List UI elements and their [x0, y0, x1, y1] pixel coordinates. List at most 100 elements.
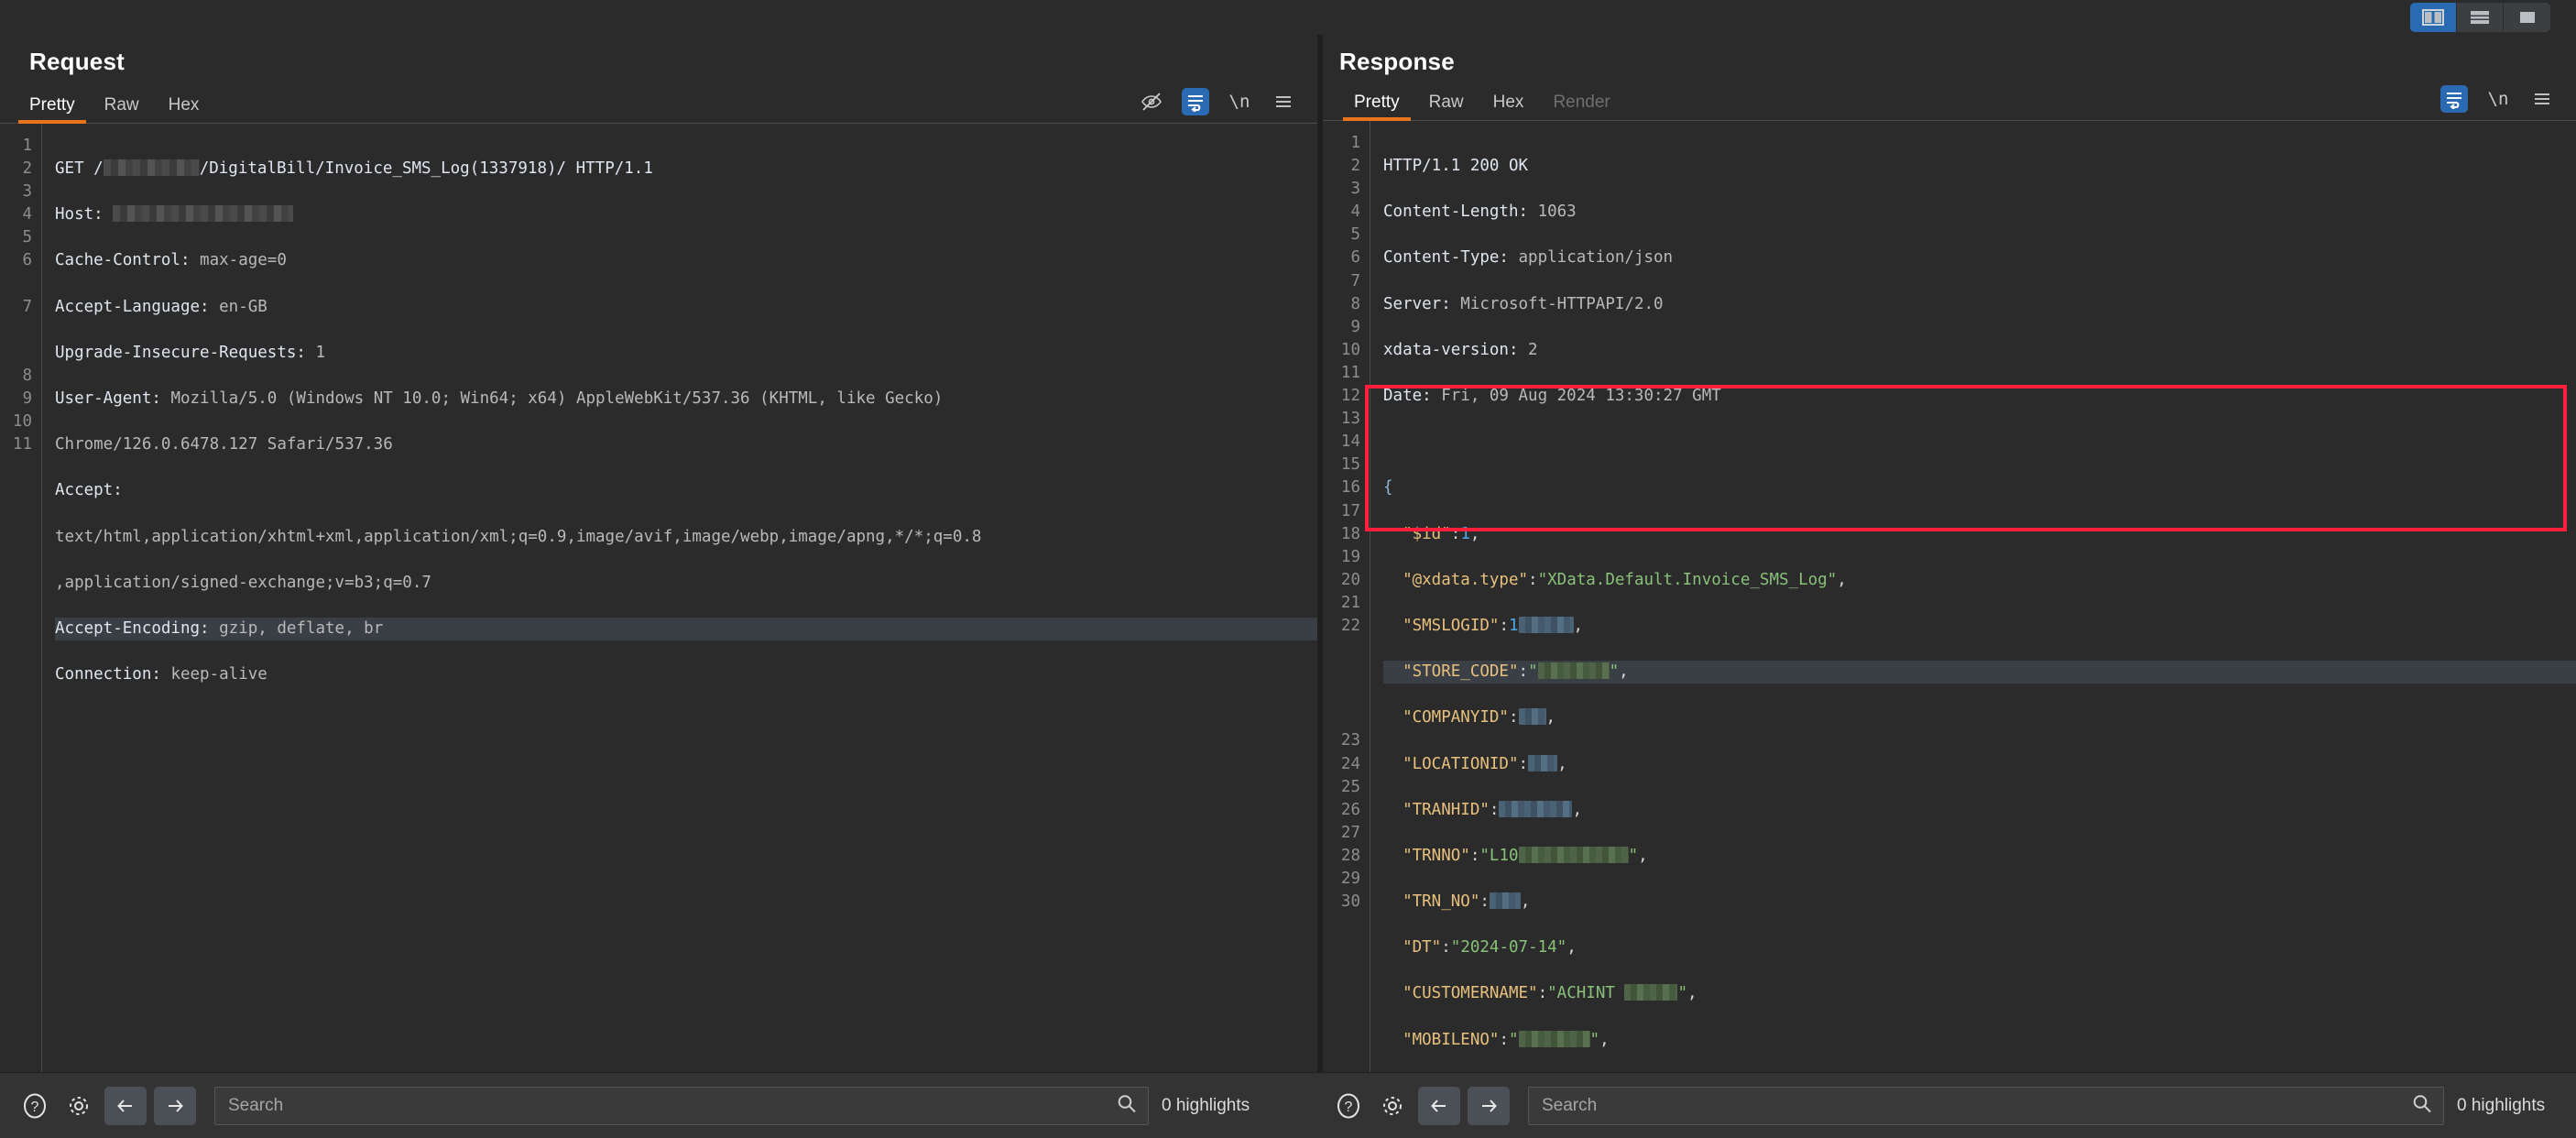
layout-single-pane-button[interactable]	[2504, 3, 2550, 32]
response-line-4: Server: Microsoft-HTTPAPI/2.0	[1383, 294, 1664, 313]
hamburger-glyph	[1276, 96, 1291, 107]
response-code-area[interactable]: 1234567 891011121314 15161718192021 22..…	[1323, 121, 2576, 1072]
hamburger-glyph	[2535, 93, 2549, 104]
request-line-6b: Chrome/126.0.6478.127 Safari/537.36	[55, 435, 393, 454]
request-code-lines: GET //DigitalBill/Invoice_SMS_Log(133791…	[42, 124, 1317, 1072]
request-tab-hex[interactable]: Hex	[154, 96, 214, 123]
response-title: Response	[1339, 48, 1455, 75]
request-tab-raw[interactable]: Raw	[90, 96, 154, 123]
layout-split-horizontal-button[interactable]	[2457, 3, 2504, 32]
request-line-gutter: 123456 .7.. 891011	[0, 124, 42, 1072]
response-line-8: {	[1383, 478, 1393, 498]
response-line-16: "TRNNO":"L10 ",	[1403, 846, 1648, 865]
request-line-7c: ,application/signed-exchange;v=b3;q=0.7	[55, 573, 431, 592]
request-line-11	[55, 756, 1317, 779]
response-line-9: "$id":1,	[1403, 524, 1480, 543]
response-tab-raw[interactable]: Raw	[1414, 93, 1479, 120]
response-line-17: "TRN_NO":,	[1403, 892, 1531, 912]
response-highlights-count: 0 highlights	[2457, 1095, 2546, 1115]
request-line-6a: User-Agent: Mozilla/5.0 (Windows NT 10.0…	[55, 389, 944, 409]
eye-slash-icon[interactable]	[1138, 88, 1165, 115]
request-line-8: Accept-Encoding: gzip, deflate, br	[55, 617, 1317, 641]
response-line-gutter: 1234567 891011121314 15161718192021 22..…	[1323, 121, 1370, 1072]
settings-gear-icon[interactable]	[60, 1088, 97, 1124]
response-pane: Response Pretty Raw Hex Render \n 1 2 3 …	[1323, 35, 2576, 1072]
response-line-3: Content-Type: application/json	[1383, 248, 1674, 268]
request-line-10	[55, 709, 1317, 732]
hamburger-menu-icon[interactable]	[1270, 88, 1297, 115]
response-line-2: Content-Length: 1063	[1383, 202, 1577, 222]
request-code-area[interactable]: 123456 .7.. 891011 GET //DigitalBill/Inv…	[0, 124, 1317, 1072]
back-arrow-icon[interactable]	[1418, 1086, 1460, 1125]
forward-arrow-icon[interactable]	[154, 1086, 196, 1125]
request-line-3: Cache-Control: max-age=0	[55, 251, 287, 270]
word-wrap-icon[interactable]	[1182, 88, 1209, 115]
burp-http-viewer: Request Pretty Raw Hex \n 1 2 3 4 5 6 7 …	[0, 0, 2576, 1138]
response-line-7	[1383, 431, 2576, 454]
request-bottom-bar: ? Search 0 highlights	[0, 1073, 1317, 1138]
response-tab-render: Render	[1553, 93, 1610, 112]
request-line-7b: text/html,application/xhtml+xml,applicat…	[55, 527, 982, 546]
single-pane-icon	[2519, 12, 2535, 23]
response-search-box[interactable]	[1528, 1086, 2444, 1125]
help-glyph: ?	[1337, 1093, 1359, 1118]
word-wrap-glyph	[2447, 93, 2461, 109]
gear-glyph	[70, 1096, 88, 1115]
help-icon[interactable]: ?	[16, 1088, 53, 1124]
request-search-input[interactable]	[215, 1095, 1148, 1116]
arrow-left-glyph	[1431, 1099, 1446, 1112]
help-glyph: ?	[24, 1093, 46, 1118]
request-line-7a: Accept:	[55, 481, 123, 500]
word-wrap-glyph	[1188, 95, 1203, 112]
newline-icon[interactable]: \n	[1226, 88, 1253, 115]
request-tabbar: Pretty Raw Hex \n	[0, 85, 1317, 124]
response-code-lines: HTTP/1.1 200 OK Content-Length: 1063 Con…	[1370, 121, 2576, 1072]
request-line-5: Upgrade-Insecure-Requests: 1	[55, 343, 326, 362]
response-line-12: "STORE_CODE":" ",	[1383, 661, 2576, 684]
forward-arrow-icon[interactable]	[1468, 1086, 1510, 1125]
back-arrow-icon[interactable]	[104, 1086, 147, 1125]
response-bottom-bar: ? Search 0 highlights	[1317, 1073, 2576, 1138]
request-toolbar-icons: \n	[1138, 88, 1317, 123]
gear-glyph	[1383, 1096, 1402, 1115]
response-line-10: "@xdata.type":"XData.Default.Invoice_SMS…	[1403, 570, 1847, 589]
request-tab-pretty[interactable]: Pretty	[15, 96, 90, 124]
split-vertical-icon	[2422, 9, 2444, 26]
request-title: Request	[29, 48, 125, 75]
response-tab-pretty[interactable]: Pretty	[1339, 93, 1414, 121]
request-search-box[interactable]	[214, 1086, 1149, 1125]
response-line-14: "LOCATIONID":,	[1403, 754, 1567, 773]
svg-text:?: ?	[1345, 1100, 1353, 1115]
response-line-15: "TRANHID":,	[1403, 800, 1582, 819]
request-line-1: GET //DigitalBill/Invoice_SMS_Log(133791…	[55, 159, 653, 179]
help-icon[interactable]: ?	[1330, 1088, 1367, 1124]
request-highlights-count: 0 highlights	[1162, 1095, 1250, 1115]
top-strip	[0, 0, 2576, 35]
response-line-11: "SMSLOGID":1,	[1403, 616, 1584, 635]
word-wrap-icon[interactable]	[2440, 85, 2468, 113]
response-tabbar: Pretty Raw Hex Render \n	[1323, 85, 2576, 121]
request-line-9: Connection: keep-alive	[55, 665, 267, 684]
settings-gear-icon[interactable]	[1374, 1088, 1411, 1124]
arrow-right-glyph	[1482, 1099, 1497, 1112]
response-search-input[interactable]	[1529, 1095, 2443, 1116]
hamburger-menu-icon[interactable]	[2528, 85, 2556, 113]
newline-icon[interactable]: \n	[2484, 85, 2512, 113]
layout-split-vertical-button[interactable]	[2410, 3, 2457, 32]
request-pane: Request Pretty Raw Hex \n 1 2 3 4 5 6 7 …	[0, 35, 1317, 1072]
request-line-2: Host:	[55, 203, 1317, 226]
arrow-left-glyph	[117, 1099, 132, 1112]
arrow-right-glyph	[169, 1099, 183, 1112]
eye-slash-glyph	[1141, 93, 1162, 111]
panes-container: Request Pretty Raw Hex \n 1 2 3 4 5 6 7 …	[0, 35, 2576, 1072]
response-line-19: "CUSTOMERNAME":"ACHINT ",	[1403, 984, 1697, 1003]
response-line-20: "MOBILENO":" ",	[1403, 1030, 1610, 1049]
bottom-bar: ? Search 0 highlights ? Search 0 highlig…	[0, 1072, 2576, 1138]
response-line-5: xdata-version: 2	[1383, 340, 1538, 359]
split-horizontal-icon	[2471, 11, 2489, 24]
response-line-6: Date: Fri, 09 Aug 2024 13:30:27 GMT	[1383, 387, 1721, 406]
response-toolbar-icons: \n	[2440, 85, 2576, 120]
response-line-18: "DT":"2024-07-14",	[1403, 938, 1577, 957]
response-tab-hex[interactable]: Hex	[1479, 93, 1539, 120]
request-line-4: Accept-Language: en-GB	[55, 297, 267, 316]
